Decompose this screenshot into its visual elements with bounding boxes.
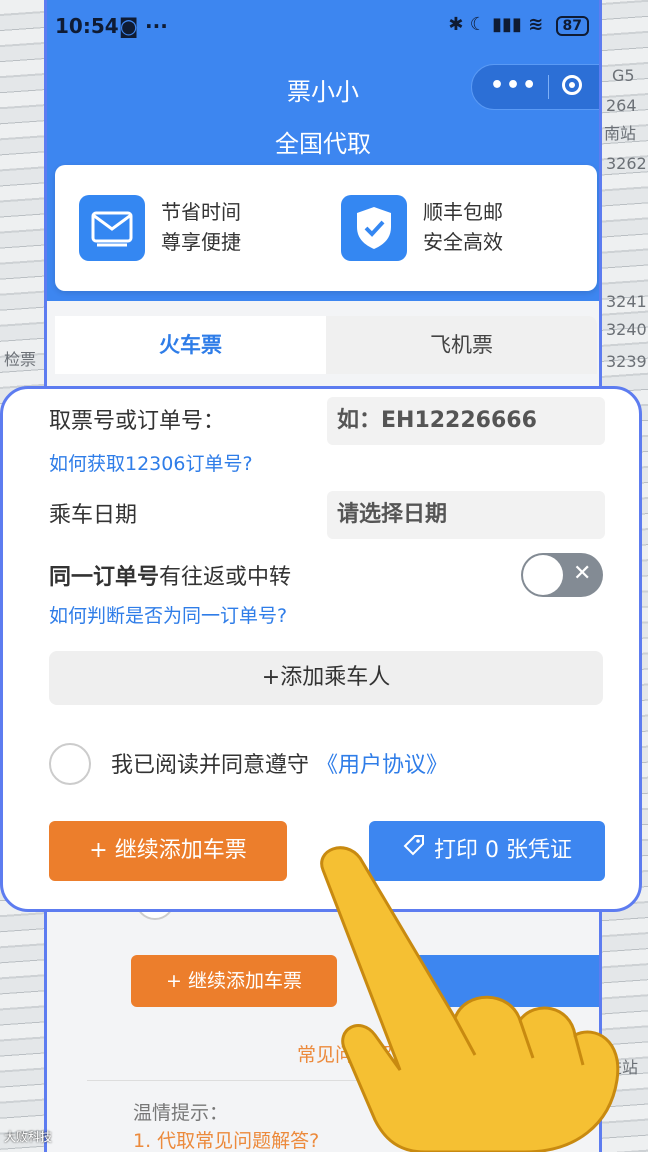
background-text: 检票	[4, 350, 37, 369]
shield-check-icon	[341, 195, 407, 261]
agree-text: 我已阅读并同意遵守 《用户协议》	[111, 747, 448, 779]
feature-card: 节省时间 尊享便捷 顺丰包邮 安全高效	[55, 165, 597, 291]
same-order-label: 同一订单号有往返或中转	[49, 559, 291, 591]
agree-text-plain: 我已阅读并同意遵守	[111, 753, 310, 778]
same-order-label-bold: 同一订单号	[49, 565, 160, 590]
signal-icon: ▮▮▮	[492, 14, 522, 35]
tips-item[interactable]: 1. 代取常见问题解答?	[133, 1126, 319, 1152]
status-bar: 10:54 ◙ ··· ✱ ☾ ▮▮▮ ≋ 87	[47, 0, 599, 56]
toggle-knob	[523, 555, 563, 595]
ticket-number-label: 取票号或订单号：	[49, 409, 226, 434]
user-agreement-link[interactable]: 《用户协议》	[316, 753, 448, 778]
tab-train[interactable]: 火车票	[55, 316, 326, 374]
tab-flight[interactable]: 飞机票	[326, 316, 597, 374]
bluetooth-icon: ✱	[448, 14, 464, 35]
continue-add-ticket-button[interactable]: + 继续添加车票	[49, 821, 287, 881]
same-order-label-rest: 有往返或中转	[159, 565, 292, 590]
pointing-hand-icon	[320, 846, 620, 1152]
status-icons: ✱ ☾ ▮▮▮ ≋ 87	[448, 14, 589, 36]
feature-line: 顺丰包邮	[423, 200, 503, 224]
background-text: 南站	[604, 124, 637, 143]
close-target-icon[interactable]	[562, 75, 582, 95]
zoomed-form-panel: 取票号或订单号： 如：EH12226666 如何获取12306订单号? 乘车日期…	[0, 386, 642, 912]
how-get-order-link[interactable]: 如何获取12306订单号?	[49, 449, 253, 476]
background-text: 3262	[606, 154, 647, 173]
capsule-divider	[548, 75, 549, 99]
game-controller-icon: ◙	[119, 14, 139, 38]
tips-title: 温情提示：	[133, 1102, 229, 1124]
background-text: 3239	[606, 352, 647, 371]
ticket-number-input[interactable]: 如：EH12226666	[327, 397, 605, 445]
wifi-icon: ≋	[528, 14, 544, 35]
status-dots: ···	[145, 14, 168, 38]
mail-icon	[79, 195, 145, 261]
same-order-toggle[interactable]: ✕	[521, 553, 603, 597]
miniprogram-capsule: •••	[471, 64, 599, 110]
date-label: 乘车日期	[49, 503, 138, 528]
ticket-tabs: 火车票 飞机票	[55, 316, 597, 374]
date-picker[interactable]: 请选择日期	[327, 491, 605, 539]
status-time: 10:54	[55, 14, 119, 38]
more-icon[interactable]: •••	[490, 73, 538, 98]
watermark: 大败科技	[4, 1130, 53, 1144]
close-icon: ✕	[573, 561, 592, 586]
background-text: 3241	[606, 292, 647, 311]
page-subtitle: 全国代取	[275, 130, 371, 158]
feature-line: 尊享便捷	[161, 230, 241, 254]
agree-checkbox[interactable]	[49, 743, 91, 785]
background-text: 3240	[606, 320, 647, 339]
feature-line: 安全高效	[423, 230, 503, 254]
same-order-help-link[interactable]: 如何判断是否为同一订单号?	[49, 601, 287, 628]
feature-line: 节省时间	[161, 200, 241, 224]
background-text: 264	[606, 96, 637, 115]
add-passenger-button[interactable]: +添加乘车人	[49, 651, 603, 705]
battery-icon: 87	[555, 16, 589, 36]
background-text: G5	[612, 66, 635, 85]
moon-icon: ☾	[469, 14, 486, 35]
